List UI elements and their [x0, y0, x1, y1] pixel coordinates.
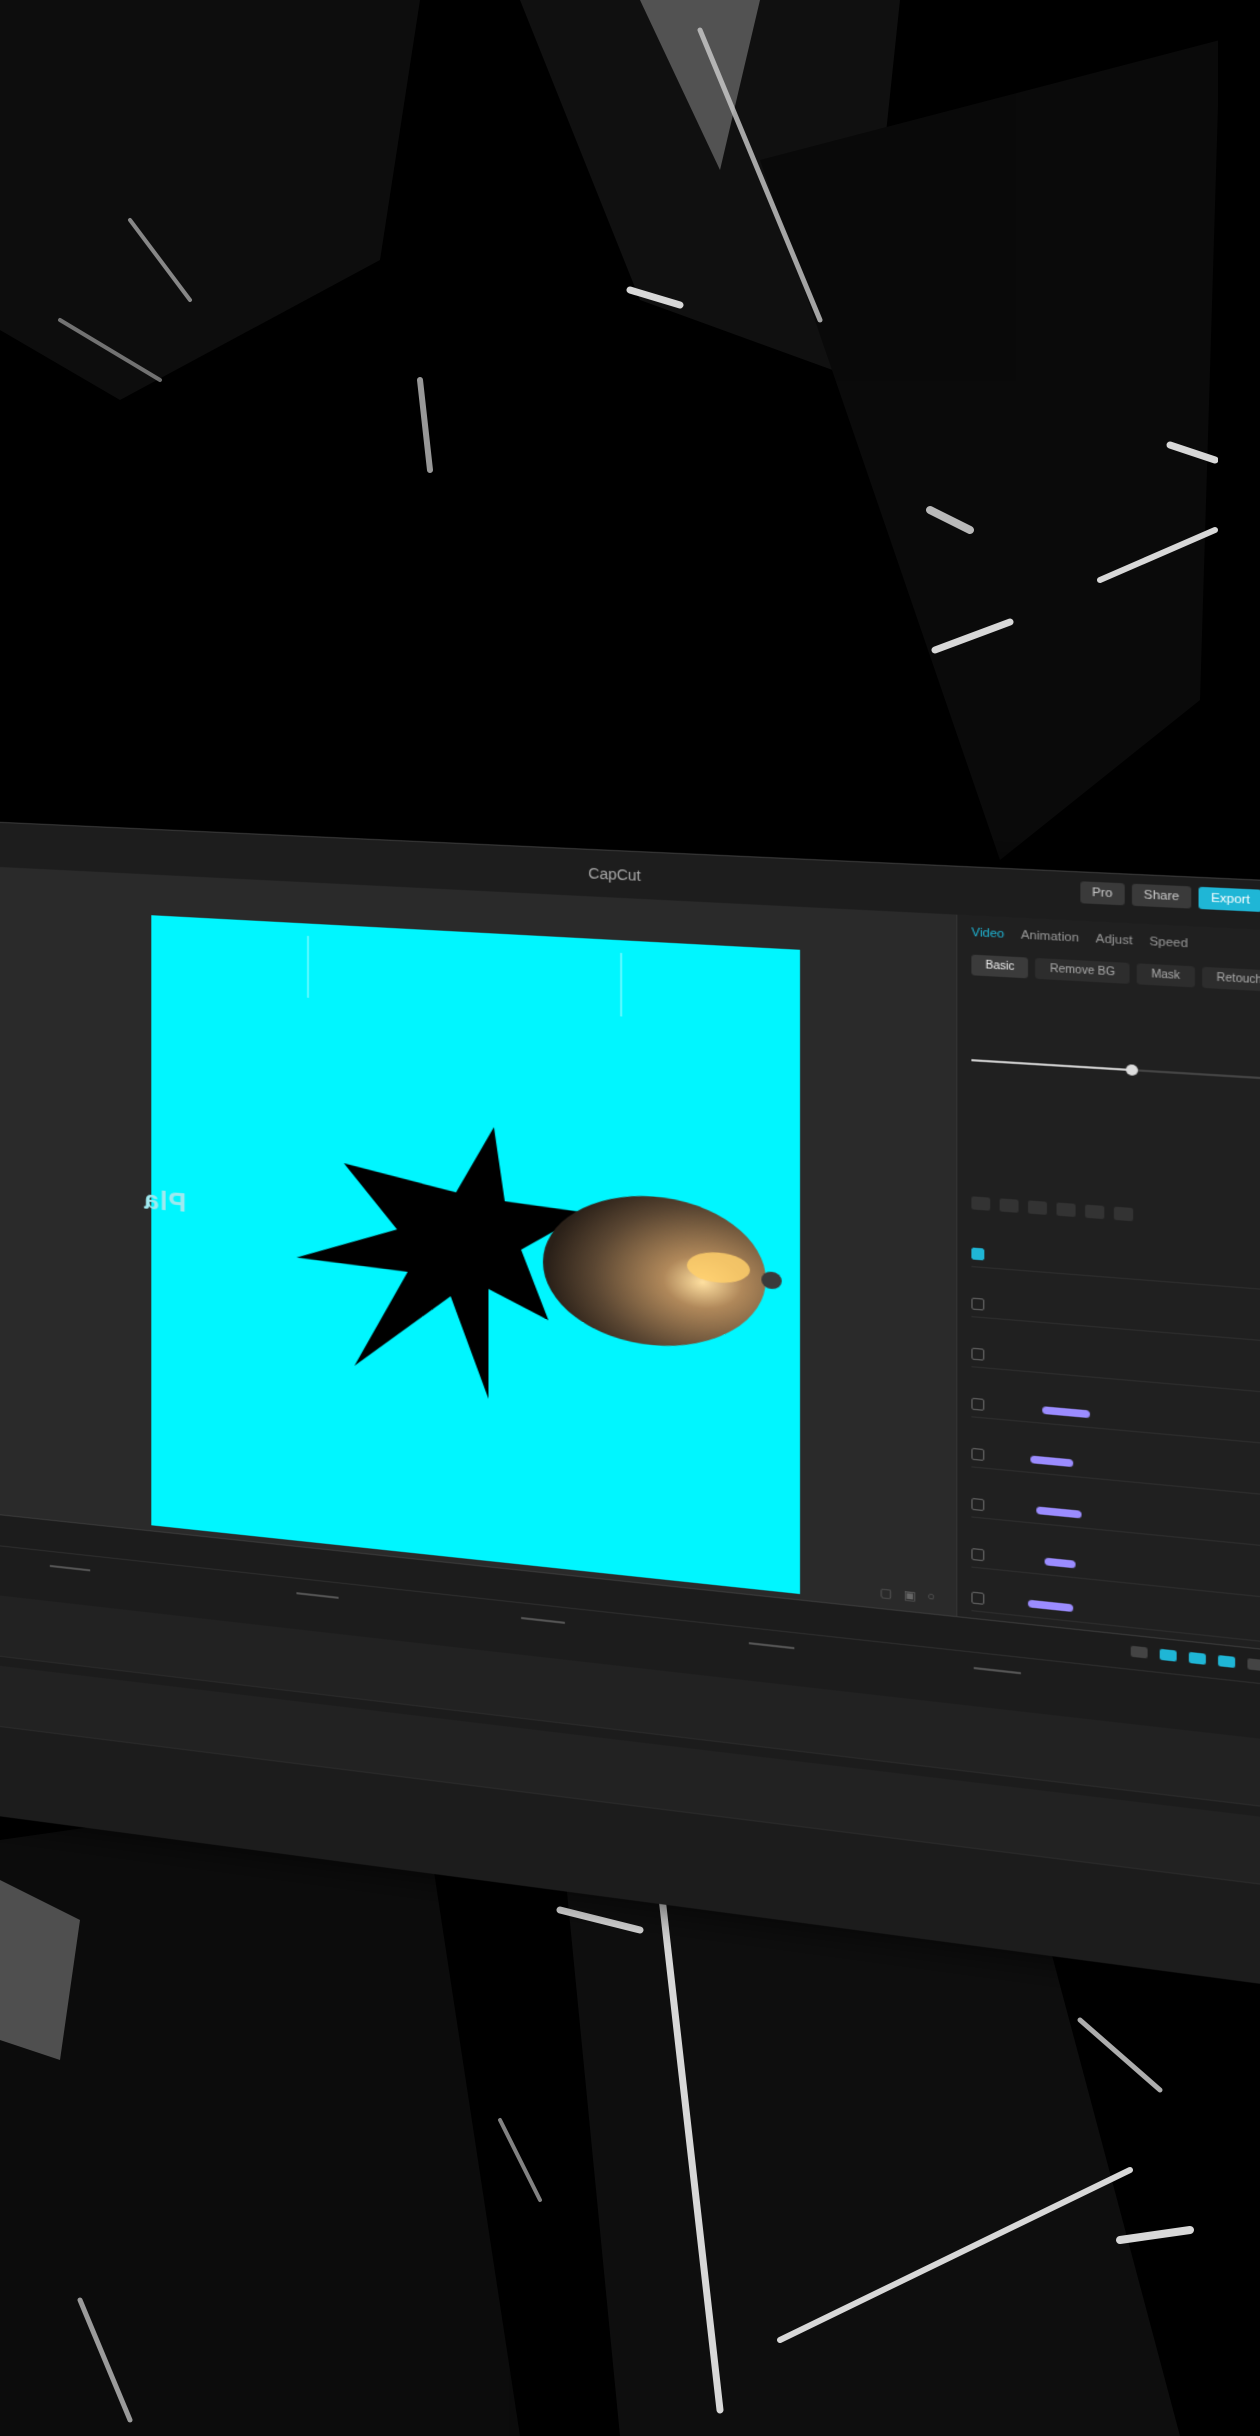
editor-window: CapCut Pro Share Export – □ ✕ [0, 820, 1260, 1996]
share-button[interactable]: Share [1131, 883, 1192, 909]
slider-fill [971, 1059, 1129, 1071]
canvas-guide-line [306, 935, 310, 998]
timeline-tools [1130, 1645, 1260, 1678]
effect-value-bar [1030, 1455, 1074, 1468]
effect-checkbox[interactable] [971, 1447, 985, 1462]
subtab-remove-bg[interactable]: Remove BG [1035, 957, 1130, 984]
effect-checkbox[interactable] [971, 1547, 985, 1562]
split-icon[interactable] [1130, 1645, 1148, 1659]
magnet-icon[interactable] [1159, 1648, 1177, 1662]
preview-overlay-text: Pla [143, 1184, 187, 1218]
zoom-out-icon[interactable] [1247, 1658, 1260, 1672]
inspector-panel: Video Animation Adjust Speed Basic Remov… [956, 914, 1260, 1658]
link-icon[interactable] [1188, 1651, 1206, 1665]
export-button[interactable]: Export [1198, 886, 1260, 913]
zoom-icon[interactable]: ○ [927, 1590, 935, 1605]
align-right-icon[interactable] [1028, 1200, 1047, 1215]
effect-row[interactable] [971, 1342, 1260, 1399]
align-top-icon[interactable] [1056, 1202, 1076, 1218]
effect-value-bar [1042, 1406, 1090, 1419]
tab-adjust[interactable]: Adjust [1096, 933, 1133, 948]
effect-value-bar [1028, 1599, 1074, 1613]
ruler-mark [296, 1592, 339, 1599]
tab-video[interactable]: Video [971, 926, 1004, 941]
effect-checkbox[interactable] [971, 1397, 985, 1411]
effect-row[interactable] [971, 1442, 1260, 1502]
preview-canvas[interactable] [151, 915, 801, 1595]
canvas-guide-line [620, 952, 623, 1017]
ruler-mark [973, 1666, 1021, 1675]
preview-axis-icon[interactable] [1218, 1655, 1236, 1669]
subtab-mask[interactable]: Mask [1136, 963, 1195, 988]
effect-checkbox[interactable] [971, 1591, 985, 1605]
effect-checkbox[interactable] [971, 1247, 985, 1261]
effect-row[interactable] [971, 1392, 1260, 1451]
effect-checkbox[interactable] [971, 1297, 985, 1311]
subtab-retouch[interactable]: Retouch [1201, 966, 1260, 992]
preview-controls: ▢ ▣ ○ [880, 1585, 935, 1605]
scale-slider-row [971, 1048, 1260, 1095]
effect-row[interactable] [971, 1242, 1260, 1296]
ruler-mark [49, 1564, 91, 1572]
fullscreen-icon[interactable]: ▢ [880, 1585, 892, 1600]
effect-row[interactable] [971, 1492, 1260, 1554]
effect-checkbox[interactable] [971, 1497, 985, 1512]
align-left-icon[interactable] [971, 1196, 991, 1211]
slider-knob[interactable] [1126, 1064, 1139, 1076]
effect-checkbox[interactable] [971, 1347, 985, 1361]
pro-button[interactable]: Pro [1080, 881, 1125, 906]
effect-value-bar [1044, 1557, 1076, 1569]
scale-slider[interactable] [971, 1059, 1260, 1080]
subtab-basic[interactable]: Basic [971, 954, 1029, 979]
preview-panel: Pla ▢ ▣ ○ [0, 865, 957, 1617]
tab-speed[interactable]: Speed [1149, 935, 1188, 950]
align-center-icon[interactable] [999, 1198, 1019, 1213]
align-bottom-icon[interactable] [1113, 1206, 1134, 1222]
top-actions: Pro Share Export [1080, 881, 1260, 913]
ratio-icon[interactable]: ▣ [904, 1588, 916, 1603]
effect-value-bar [1036, 1506, 1082, 1519]
align-middle-icon[interactable] [1085, 1204, 1105, 1220]
ruler-mark [521, 1616, 565, 1624]
effect-row[interactable] [971, 1292, 1260, 1348]
ruler-mark [748, 1642, 795, 1650]
bomb-graphic [296, 1113, 782, 1408]
